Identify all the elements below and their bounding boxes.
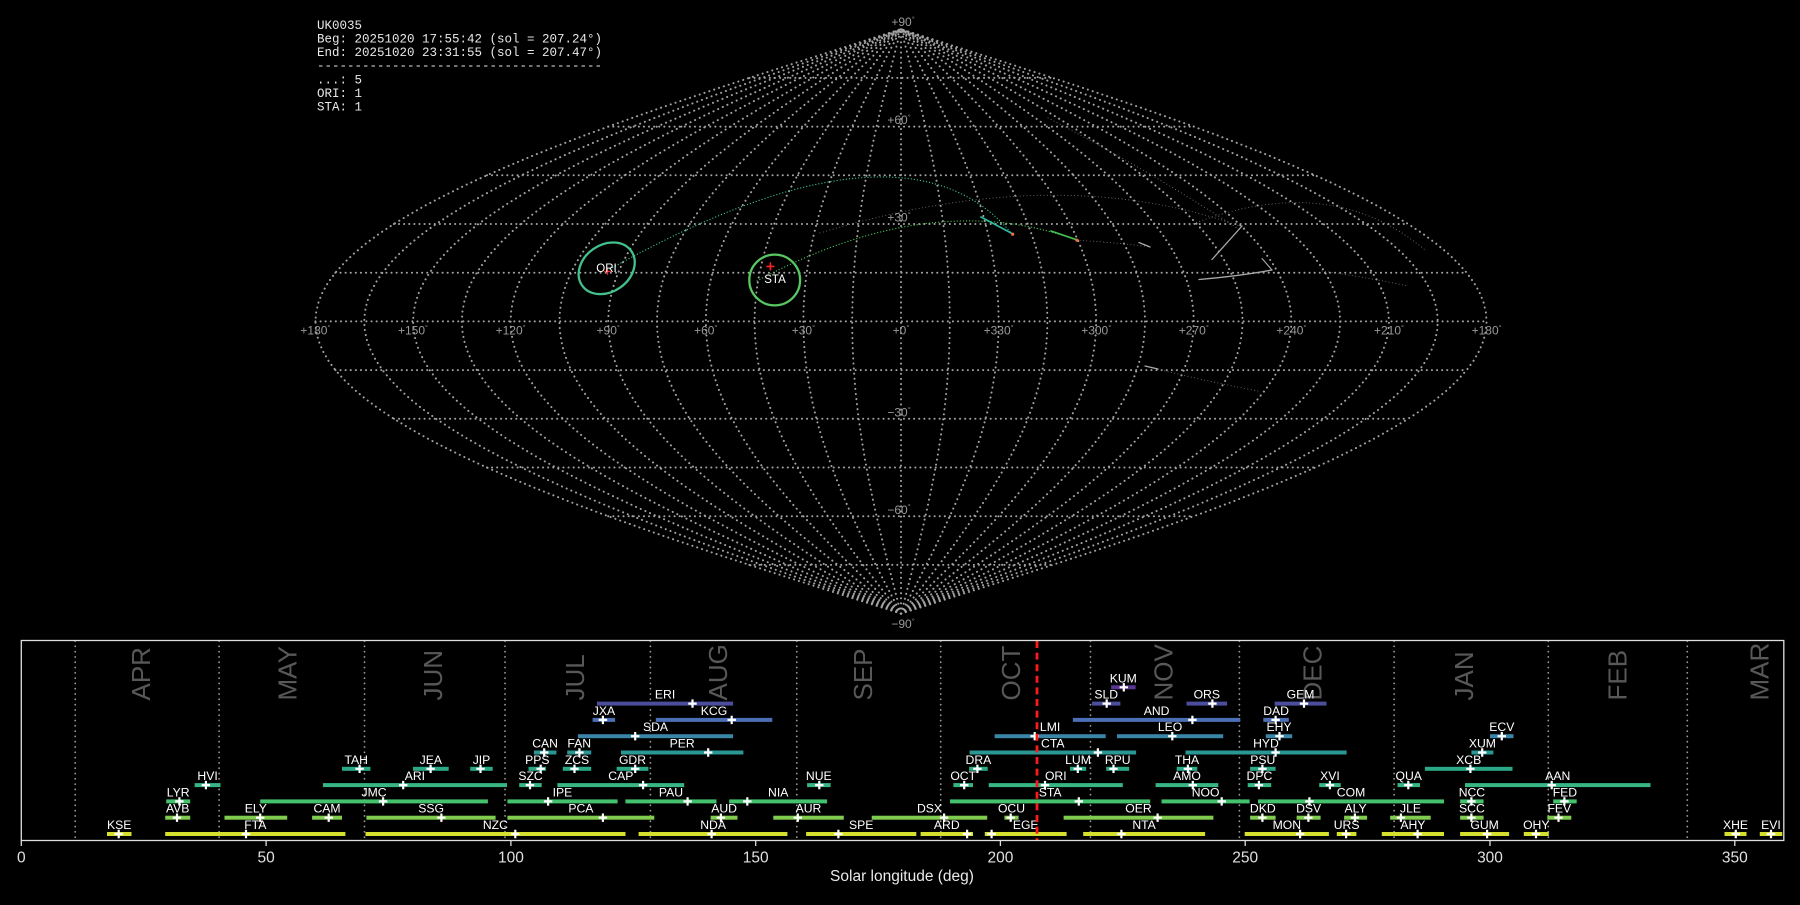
svg-text:SDA: SDA <box>643 720 669 734</box>
svg-text:+150°: +150° <box>398 323 428 338</box>
svg-text:+300°: +300° <box>1081 323 1111 338</box>
svg-text:GEM: GEM <box>1287 688 1315 702</box>
svg-text:JLE: JLE <box>1400 802 1421 816</box>
svg-text:Beg: 20251020 17:55:42 (sol =: Beg: 20251020 17:55:42 (sol = 207.24°) <box>317 33 602 47</box>
svg-text:MAY: MAY <box>272 646 302 700</box>
svg-text:+330°: +330° <box>984 323 1014 338</box>
svg-text:AND: AND <box>1144 704 1170 718</box>
svg-text:NTA: NTA <box>1132 818 1156 832</box>
svg-text:HVI: HVI <box>197 769 217 783</box>
svg-text:STA: 1: STA: 1 <box>317 101 362 115</box>
svg-text:+210°: +210° <box>1374 323 1404 338</box>
svg-text:JUN: JUN <box>418 650 448 701</box>
svg-text:200: 200 <box>987 850 1013 867</box>
svg-text:FEB: FEB <box>1603 650 1633 701</box>
svg-text:CAM: CAM <box>313 802 340 816</box>
svg-text:ORS: ORS <box>1194 688 1220 702</box>
svg-text:...: 5: ...: 5 <box>317 73 362 87</box>
svg-text:SSG: SSG <box>418 802 444 816</box>
svg-text:SPE: SPE <box>849 818 873 832</box>
svg-text:ORI: ORI <box>1045 769 1067 783</box>
svg-text:ERI: ERI <box>655 688 675 702</box>
svg-text:OER: OER <box>1125 802 1152 816</box>
svg-text:NZC: NZC <box>483 818 508 832</box>
svg-text:OCT: OCT <box>996 646 1026 701</box>
svg-text:FTA: FTA <box>244 818 267 832</box>
svg-text:+120°: +120° <box>496 323 526 338</box>
svg-text:AAN: AAN <box>1545 769 1570 783</box>
svg-text:JAN: JAN <box>1449 651 1479 700</box>
svg-text:+180°: +180° <box>300 323 330 338</box>
svg-text:350: 350 <box>1722 850 1748 867</box>
svg-text:+90°: +90° <box>891 14 914 29</box>
svg-text:NIA: NIA <box>768 785 789 799</box>
svg-text:−60°: −60° <box>887 502 910 517</box>
svg-text:FEV: FEV <box>1547 802 1572 816</box>
svg-text:GDR: GDR <box>619 753 646 767</box>
svg-text:------------------------------: -------------------------------------- <box>317 60 602 74</box>
svg-text:PPS: PPS <box>525 753 549 767</box>
svg-text:AUG: AUG <box>703 644 733 700</box>
svg-text:ARI: ARI <box>405 769 425 783</box>
svg-text:NOO: NOO <box>1192 785 1220 799</box>
svg-text:+240°: +240° <box>1276 323 1306 338</box>
svg-text:−30°: −30° <box>887 405 910 420</box>
svg-text:CTA: CTA <box>1041 737 1065 751</box>
svg-text:+30°: +30° <box>792 323 815 338</box>
svg-text:AUD: AUD <box>711 802 737 816</box>
svg-text:+60°: +60° <box>887 113 910 128</box>
svg-text:DSX: DSX <box>917 802 942 816</box>
svg-text:LEO: LEO <box>1158 720 1182 734</box>
svg-text:AHY: AHY <box>1400 818 1425 832</box>
svg-text:APR: APR <box>126 647 156 700</box>
svg-text:STA: STA <box>764 274 786 286</box>
svg-text:ZCS: ZCS <box>565 753 589 767</box>
svg-text:ELY: ELY <box>245 802 267 816</box>
svg-text:PCA: PCA <box>568 802 594 816</box>
svg-text:IPE: IPE <box>553 785 573 799</box>
svg-text:+60°: +60° <box>694 323 717 338</box>
svg-text:KCG: KCG <box>701 704 727 718</box>
svg-text:ORI: ORI <box>596 263 616 275</box>
svg-text:50: 50 <box>257 850 275 867</box>
svg-text:CAP: CAP <box>608 769 633 783</box>
svg-text:PAU: PAU <box>659 785 683 799</box>
svg-text:TAH: TAH <box>344 753 367 767</box>
svg-text:JXA: JXA <box>593 704 616 718</box>
svg-text:NDA: NDA <box>700 818 727 832</box>
svg-text:RPU: RPU <box>1105 753 1131 767</box>
svg-text:0: 0 <box>17 850 26 867</box>
svg-text:ORI: 1: ORI: 1 <box>317 87 362 101</box>
svg-text:MON: MON <box>1273 818 1301 832</box>
svg-text:NOV: NOV <box>1149 644 1179 701</box>
svg-text:300: 300 <box>1477 850 1503 867</box>
svg-text:DRA: DRA <box>966 753 993 767</box>
svg-text:EGE: EGE <box>1013 818 1039 832</box>
svg-text:GUM: GUM <box>1470 818 1498 832</box>
svg-text:ARD: ARD <box>934 818 960 832</box>
svg-text:−90°: −90° <box>891 616 914 631</box>
svg-text:+270°: +270° <box>1179 323 1209 338</box>
svg-text:UK0035: UK0035 <box>317 19 362 33</box>
svg-text:End: 20251020 23:31:55 (sol =: End: 20251020 23:31:55 (sol = 207.47°) <box>317 46 602 60</box>
svg-text:AUR: AUR <box>796 802 822 816</box>
svg-text:MAR: MAR <box>1745 643 1775 701</box>
svg-text:SEP: SEP <box>848 648 878 700</box>
svg-text:STA: STA <box>1039 785 1063 799</box>
svg-text:LYR: LYR <box>167 785 190 799</box>
svg-text:PER: PER <box>670 737 695 751</box>
svg-text:+180°: +180° <box>1472 323 1502 338</box>
svg-text:250: 250 <box>1232 850 1258 867</box>
svg-text:150: 150 <box>743 850 769 867</box>
svg-text:+90°: +90° <box>597 323 620 338</box>
svg-text:COM: COM <box>1337 785 1365 799</box>
svg-text:JUL: JUL <box>560 654 590 700</box>
svg-text:LMI: LMI <box>1040 720 1060 734</box>
svg-text:100: 100 <box>498 850 524 867</box>
svg-text:XCB: XCB <box>1456 753 1481 767</box>
svg-text:Solar longitude (deg): Solar longitude (deg) <box>830 868 974 885</box>
